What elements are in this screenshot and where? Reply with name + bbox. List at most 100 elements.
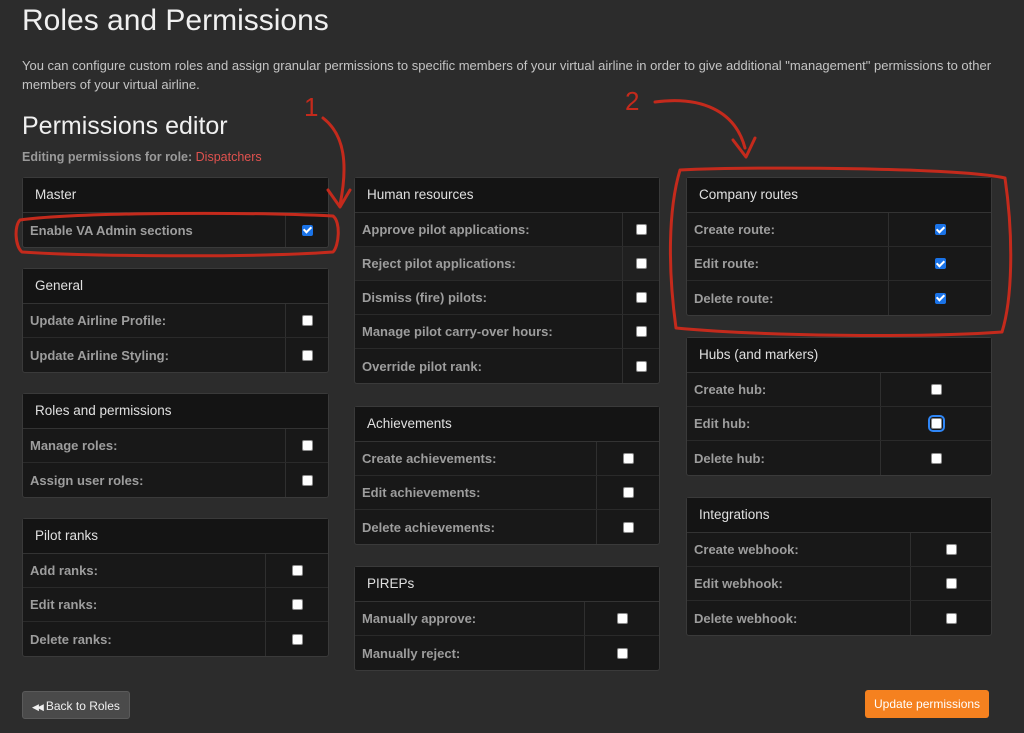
- checkbox-manage-carry-over-hours[interactable]: [635, 326, 647, 337]
- panel-human-resources: Human resources Approve pilot applicatio…: [354, 177, 660, 384]
- panel-company-routes: Company routes Create route: Edit route:…: [686, 177, 992, 316]
- perm-row-create-route: Create route:: [687, 213, 991, 247]
- perm-label: Approve pilot applications:: [362, 222, 530, 237]
- perm-label: Dismiss (fire) pilots:: [362, 290, 487, 305]
- perm-label: Edit achievements:: [362, 485, 481, 500]
- checkbox-assign-user-roles[interactable]: [301, 474, 313, 486]
- checkbox-manage-roles[interactable]: [301, 440, 313, 451]
- perm-row-reject-pilot-applications: Reject pilot applications:: [355, 247, 659, 281]
- perm-row-edit-hub: Edit hub:: [687, 407, 991, 441]
- perm-row-edit-webhook: Edit webhook:: [687, 567, 991, 601]
- perm-row-approve-pilot-applications: Approve pilot applications:: [355, 213, 659, 247]
- checkbox-create-webhook[interactable]: [945, 544, 957, 555]
- checkbox-manually-approve[interactable]: [616, 613, 628, 624]
- checkbox-update-airline-styling[interactable]: [301, 349, 313, 361]
- perm-row-create-achievements: Create achievements:: [355, 442, 659, 476]
- checkbox-manually-reject[interactable]: [616, 647, 628, 659]
- checkbox-delete-ranks[interactable]: [291, 633, 303, 645]
- checkbox-edit-webhook[interactable]: [945, 578, 957, 589]
- checkbox-add-ranks[interactable]: [291, 565, 303, 576]
- annotation-label-1: 1: [304, 92, 318, 122]
- panel-header-pilot-ranks: Pilot ranks: [23, 519, 328, 554]
- panel-header-general: General: [23, 269, 328, 304]
- back-to-roles-button[interactable]: ◀◀ Back to Roles: [22, 691, 130, 719]
- perm-label: Edit ranks:: [30, 597, 98, 612]
- page-title: Roles and Permissions: [22, 4, 329, 37]
- perm-label: Enable VA Admin sections: [30, 222, 193, 238]
- editor-title: Permissions editor: [22, 112, 228, 140]
- panel-integrations: Integrations Create webhook: Edit webhoo…: [686, 497, 992, 636]
- perm-label: Override pilot rank:: [362, 358, 482, 374]
- panel-master: Master Enable VA Admin sections: [22, 177, 329, 248]
- update-permissions-button[interactable]: Update permissions: [865, 690, 990, 718]
- checkbox-create-route[interactable]: [934, 224, 946, 235]
- perm-row-delete-hub: Delete hub:: [687, 441, 991, 475]
- perm-label: Create hub:: [694, 382, 767, 397]
- checkbox-delete-achievements[interactable]: [622, 521, 634, 533]
- checkbox-edit-hub[interactable]: [927, 415, 945, 432]
- checkbox-create-hub[interactable]: [930, 384, 942, 395]
- perm-label: Assign user roles:: [30, 472, 144, 488]
- perm-row-edit-achievements: Edit achievements:: [355, 476, 659, 510]
- perm-label: Create achievements:: [362, 451, 497, 466]
- panel-header-roles: Roles and permissions: [23, 394, 328, 429]
- double-chevron-left-icon: ◀◀: [32, 702, 44, 712]
- panel-header-integrations: Integrations: [687, 498, 991, 533]
- role-name: Dispatchers: [195, 150, 262, 164]
- checkbox-delete-webhook[interactable]: [945, 612, 957, 624]
- checkbox-override-pilot-rank[interactable]: [635, 360, 647, 372]
- perm-row-delete-achievements: Delete achievements:: [355, 510, 659, 544]
- perm-row-edit-ranks: Edit ranks:: [23, 588, 328, 622]
- perm-row-create-hub: Create hub:: [687, 373, 991, 407]
- checkbox-reject-pilot-applications[interactable]: [635, 258, 647, 269]
- checkbox-edit-ranks[interactable]: [291, 599, 303, 610]
- perm-row-delete-webhook: Delete webhook:: [687, 601, 991, 635]
- checkbox-edit-achievements[interactable]: [622, 487, 634, 498]
- perm-label: Manually approve:: [362, 611, 477, 626]
- panel-roles-and-permissions: Roles and permissions Manage roles: Assi…: [22, 393, 329, 498]
- perm-label: Delete route:: [694, 290, 774, 306]
- perm-label: Delete hub:: [694, 450, 765, 466]
- checkbox-create-achievements[interactable]: [622, 453, 634, 464]
- perm-row-delete-route: Delete route:: [687, 281, 991, 315]
- panel-pilot-ranks: Pilot ranks Add ranks: Edit ranks: Delet…: [22, 518, 329, 657]
- perm-label: Delete achievements:: [362, 519, 495, 535]
- perm-label: Delete webhook:: [694, 610, 798, 626]
- checkbox-delete-hub[interactable]: [930, 452, 942, 464]
- editing-role-line: Editing permissions for role: Dispatcher…: [22, 150, 262, 164]
- panel-hubs: Hubs (and markers) Create hub: Edit hub:…: [686, 337, 992, 476]
- panel-header-company-routes: Company routes: [687, 178, 991, 213]
- panel-header-hubs: Hubs (and markers): [687, 338, 991, 373]
- perm-row-enable-va-admin: Enable VA Admin sections: [23, 213, 328, 247]
- annotation-arrow-2: [653, 99, 747, 150]
- page-intro: You can configure custom roles and assig…: [22, 58, 992, 92]
- checkbox-delete-route[interactable]: [934, 292, 946, 304]
- perm-label: Reject pilot applications:: [362, 256, 516, 271]
- checkbox-dismiss-pilots[interactable]: [635, 292, 647, 303]
- perm-row-update-airline-profile: Update Airline Profile:: [23, 304, 328, 338]
- annotation-arrowhead-1: [326, 188, 352, 209]
- panel-header-achievements: Achievements: [355, 407, 659, 442]
- checkbox-update-airline-profile[interactable]: [301, 315, 313, 326]
- perm-row-assign-user-roles: Assign user roles:: [23, 463, 328, 497]
- panel-header-master: Master: [23, 178, 328, 213]
- back-button-label: Back to Roles: [45, 699, 120, 713]
- perm-row-update-airline-styling: Update Airline Styling:: [23, 338, 328, 372]
- perm-row-manage-roles: Manage roles:: [23, 429, 328, 463]
- perm-row-dismiss-pilots: Dismiss (fire) pilots:: [355, 281, 659, 315]
- perm-row-create-webhook: Create webhook:: [687, 533, 991, 567]
- perm-row-edit-route: Edit route:: [687, 247, 991, 281]
- perm-row-add-ranks: Add ranks:: [23, 554, 328, 588]
- perm-label: Manually reject:: [362, 645, 461, 661]
- perm-label: Update Airline Styling:: [30, 347, 169, 363]
- perm-row-manually-approve: Manually approve:: [355, 602, 659, 636]
- editing-label: Editing permissions for role:: [22, 150, 193, 164]
- panel-pireps: PIREPs Manually approve: Manually reject…: [354, 566, 660, 671]
- annotation-arrowhead-2: [731, 136, 757, 159]
- checkbox-enable-va-admin[interactable]: [301, 224, 313, 236]
- perm-row-manually-reject: Manually reject:: [355, 636, 659, 670]
- perm-label: Edit route:: [694, 256, 759, 271]
- perm-label: Delete ranks:: [30, 631, 112, 647]
- checkbox-approve-pilot-applications[interactable]: [635, 224, 647, 235]
- checkbox-edit-route[interactable]: [934, 258, 946, 269]
